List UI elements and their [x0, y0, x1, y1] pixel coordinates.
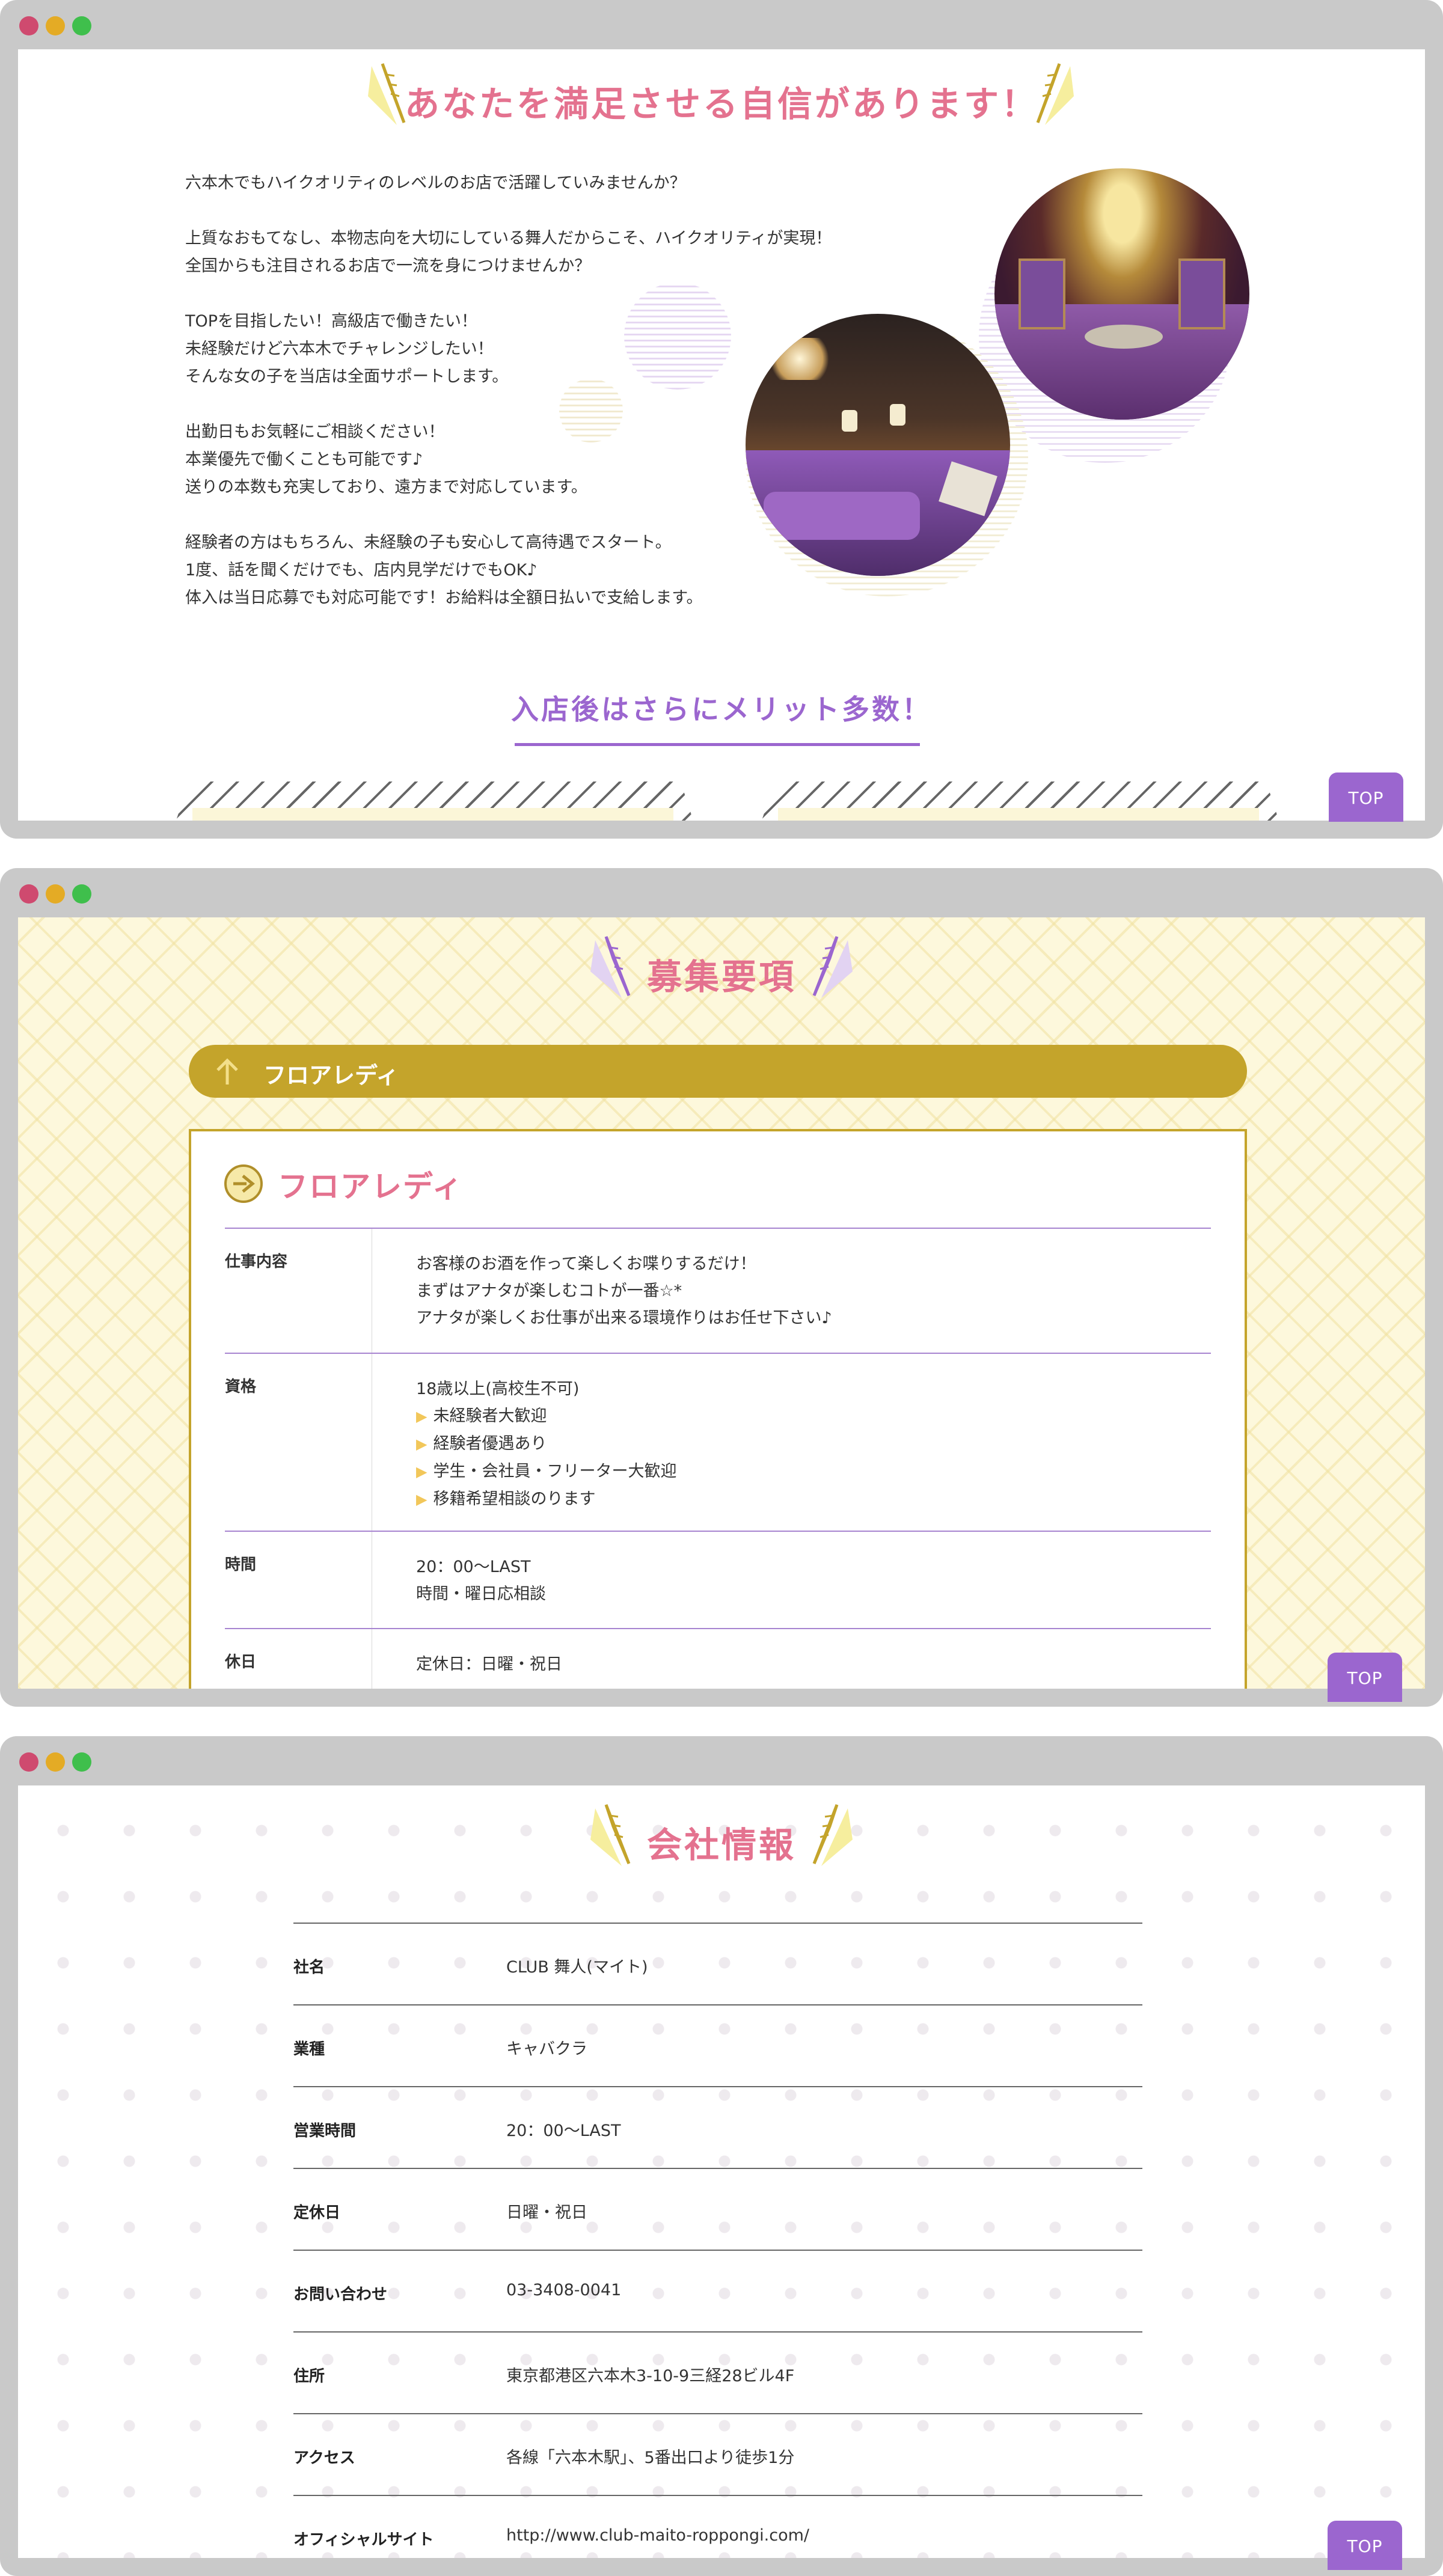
- section-heading: 会社情報: [646, 1825, 796, 1865]
- maximize-dot[interactable]: [72, 16, 91, 35]
- detail-row-hours: 時間 20：00〜LAST 時間・曜日応相談: [225, 1531, 1211, 1628]
- info-value: キャバクラ: [506, 2040, 587, 2058]
- card-title: フロアレディ: [278, 1169, 464, 1204]
- back-to-top-button[interactable]: TOP: [1328, 2521, 1402, 2570]
- arrow-up-icon: [216, 1058, 238, 1085]
- job-detail-card: フロアレディ 仕事内容 お客様のお酒を作って楽しくお喋りするだけ！ まずはアナタ…: [189, 1129, 1247, 1689]
- info-row: 営業時間 20：00〜LAST: [293, 2086, 1142, 2168]
- maximize-dot[interactable]: [72, 884, 91, 904]
- company-section: 会社情報 社名 CLUB 舞人(マイト) 業種 キャバクラ 営業時間 20：00…: [18, 1785, 1425, 2558]
- intro-paragraph: 上質なおもてなし、本物志向を大切にしている舞人だからこそ、ハイクオリティが実現！…: [185, 229, 832, 275]
- browser-window-recruitment: 募集要項 フロアレディ フロアレディ 仕事内容 お客様のお酒を作って楽しくお喋り…: [0, 868, 1443, 1707]
- row-value: お客様のお酒を作って楽しくお喋りするだけ！ まずはアナタが楽しむコトが一番☆* …: [416, 1255, 832, 1327]
- merit-subheading: 入店後はさらにメリット多数！: [511, 693, 932, 726]
- job-accordion-bar[interactable]: フロアレディ: [189, 1045, 1247, 1098]
- detail-row-holiday: 休日 定休日：日曜・祝日: [225, 1628, 1211, 1689]
- info-value: CLUB 舞人(マイト): [506, 1958, 648, 1977]
- row-value: 定休日：日曜・祝日: [416, 1655, 562, 1674]
- section-heading: あなたを満足させる自信があります！: [404, 84, 1038, 124]
- info-label: お問い合わせ: [293, 2286, 388, 2304]
- info-row: お問い合わせ 03-3408-0041: [293, 2250, 1142, 2331]
- row-label: 資格: [225, 1378, 257, 1396]
- right-feather-icon: [812, 1804, 853, 1866]
- close-dot[interactable]: [19, 884, 38, 904]
- info-label: オフィシャルサイト: [293, 2531, 434, 2549]
- club-sofa-photo: [746, 314, 1010, 576]
- merit-card-body: [778, 808, 1259, 821]
- info-value: 各線「六本木駅」、5番出口より徒歩1分: [506, 2449, 795, 2467]
- triangle-bullet-icon: ▶: [416, 1408, 427, 1425]
- row-label: 時間: [225, 1556, 257, 1574]
- merit-card-body: [192, 808, 673, 821]
- info-row: オフィシャルサイト http://www.club-maito-roppongi…: [293, 2495, 1142, 2558]
- info-label: 定休日: [293, 2204, 341, 2222]
- triangle-bullet-icon: ▶: [416, 1491, 427, 1508]
- browser-window-company: 会社情報 社名 CLUB 舞人(マイト) 業種 キャバクラ 営業時間 20：00…: [0, 1736, 1443, 2576]
- intro-section: あなたを満足させる自信があります！ 六本木でもハイクオリティのレベルのお店で活躍…: [18, 49, 1425, 821]
- back-to-top-button[interactable]: TOP: [1329, 772, 1403, 822]
- info-row: アクセス 各線「六本木駅」、5番出口より徒歩1分: [293, 2413, 1142, 2495]
- recruitment-section: 募集要項 フロアレディ フロアレディ 仕事内容 お客様のお酒を作って楽しくお喋り…: [18, 917, 1425, 1689]
- window-titlebar: [0, 868, 1443, 917]
- window-titlebar: [0, 0, 1443, 49]
- arrow-circle-icon: [224, 1164, 263, 1203]
- info-row: 社名 CLUB 舞人(マイト): [293, 1923, 1142, 2004]
- close-dot[interactable]: [19, 1752, 38, 1772]
- row-value: 20：00〜LAST 時間・曜日応相談: [416, 1558, 546, 1603]
- triangle-bullet-icon: ▶: [416, 1463, 427, 1480]
- info-label: 社名: [293, 1959, 325, 1977]
- info-value: 東京都港区六本木3-10-9三経28ビル4F: [506, 2367, 795, 2385]
- section-heading: 募集要項: [646, 956, 796, 997]
- club-interior-photo: [994, 168, 1249, 420]
- info-label: 営業時間: [293, 2122, 357, 2140]
- intro-paragraph: 六本木でもハイクオリティのレベルのお店で活躍していみませんか？: [185, 174, 686, 192]
- info-label: 業種: [293, 2040, 325, 2058]
- info-row: 住所 東京都港区六本木3-10-9三経28ビル4F: [293, 2331, 1142, 2413]
- maximize-dot[interactable]: [72, 1752, 91, 1772]
- minimize-dot[interactable]: [46, 884, 65, 904]
- info-label: アクセス: [293, 2449, 355, 2467]
- official-site-link[interactable]: http://www.club-maito-roppongi.com/: [506, 2526, 809, 2545]
- minimize-dot[interactable]: [46, 16, 65, 35]
- decorative-circle: [559, 379, 623, 442]
- window-titlebar: [0, 1736, 1443, 1785]
- detail-row-job: 仕事内容 お客様のお酒を作って楽しくお喋りするだけ！ まずはアナタが楽しむコトが…: [225, 1228, 1211, 1353]
- browser-window-intro: あなたを満足させる自信があります！ 六本木でもハイクオリティのレベルのお店で活躍…: [0, 0, 1443, 839]
- info-value: 日曜・祝日: [506, 2203, 587, 2222]
- info-label: 住所: [293, 2367, 325, 2385]
- phone-number[interactable]: 03-3408-0041: [506, 2281, 621, 2299]
- decorative-circle: [624, 283, 731, 390]
- subheading-underline: [515, 743, 920, 746]
- detail-row-qualification: 資格 18歳以上(高校生不可) ▶ 未経験者大歓迎 ▶ 経験者優遇あり ▶ 学生・会社…: [225, 1353, 1211, 1531]
- minimize-dot[interactable]: [46, 1752, 65, 1772]
- triangle-bullet-icon: ▶: [416, 1436, 427, 1452]
- job-bar-label: フロアレディ: [263, 1062, 399, 1089]
- right-feather-icon: [1036, 63, 1074, 125]
- info-row: 定休日 日曜・祝日: [293, 2168, 1142, 2250]
- row-value: 18歳以上(高校生不可) ▶ 未経験者大歓迎 ▶ 経験者優遇あり ▶ 学生・会社員・フ…: [416, 1380, 677, 1508]
- intro-paragraph: TOPを目指したい！高級店で働きたい！ 未経験だけど六本木でチャレンジしたい！ そん…: [185, 312, 509, 386]
- info-row: 業種 キャバクラ: [293, 2004, 1142, 2086]
- row-label: 仕事内容: [225, 1253, 288, 1271]
- right-feather-icon: [812, 936, 853, 998]
- info-value: 20：00〜LAST: [506, 2122, 621, 2140]
- back-to-top-button[interactable]: TOP: [1328, 1653, 1402, 1702]
- close-dot[interactable]: [19, 16, 38, 35]
- row-label: 休日: [225, 1653, 257, 1671]
